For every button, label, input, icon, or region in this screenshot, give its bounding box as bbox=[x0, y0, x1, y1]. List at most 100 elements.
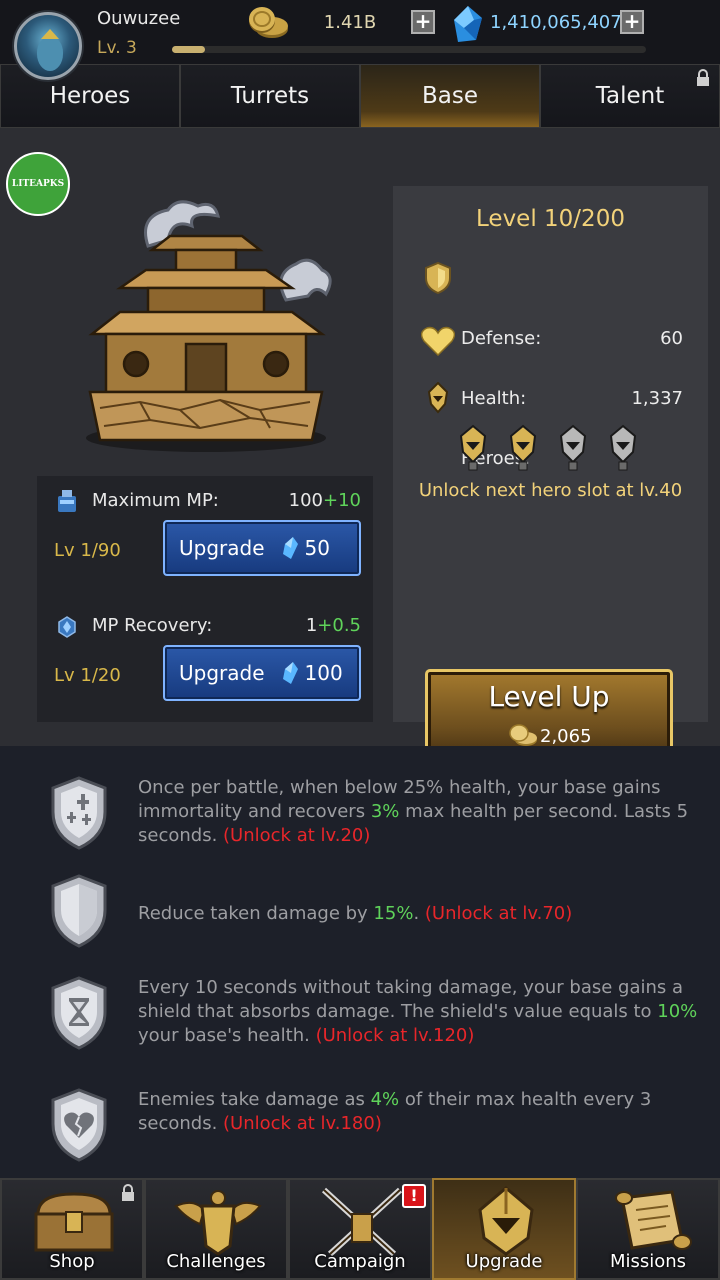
crossed-swords-icon bbox=[321, 1187, 403, 1257]
hero-slot-unlocked bbox=[509, 424, 537, 471]
add-gold-button[interactable]: + bbox=[411, 10, 435, 34]
upgrade-label: Upgrade bbox=[179, 661, 265, 685]
tab-talent-label: Talent bbox=[595, 83, 665, 109]
lock-icon bbox=[697, 69, 709, 86]
bottom-navigation: Shop Challenges ! Campaign Upgrade Missi… bbox=[0, 1178, 720, 1280]
mp-recovery-value: 1+0.5 bbox=[306, 615, 361, 636]
tab-turrets[interactable]: Turrets bbox=[180, 64, 360, 128]
upgrade-cost: 50 bbox=[304, 536, 330, 560]
player-level: Lv. 3 bbox=[97, 38, 137, 58]
base-building-image bbox=[86, 200, 332, 452]
crystal-icon bbox=[282, 662, 298, 684]
ability-text: your base's health. bbox=[138, 1025, 316, 1046]
player-name: Ouwuzee bbox=[97, 8, 181, 29]
ability-text: Enemies take damage as bbox=[138, 1089, 371, 1110]
ability-highlight: 15% bbox=[373, 903, 414, 924]
shield-icon bbox=[51, 874, 107, 948]
category-tabs: Heroes Turrets Base Talent bbox=[0, 64, 720, 128]
ability-unlock-requirement: (Unlock at lv.180) bbox=[223, 1113, 382, 1134]
nav-label: Missions bbox=[609, 1251, 687, 1272]
hero-slot-locked bbox=[559, 424, 587, 471]
ability-unlock-requirement: (Unlock at lv.20) bbox=[223, 825, 371, 846]
tab-heroes[interactable]: Heroes bbox=[0, 64, 180, 128]
mp-upgrades-panel: Maximum MP: 100+10 Lv 1/90 Upgrade 50 MP… bbox=[37, 476, 373, 722]
heroes-helmet-icon bbox=[427, 382, 449, 414]
avatar-face bbox=[37, 37, 63, 71]
level-up-label: Level Up bbox=[488, 680, 610, 713]
ability-highlight: 10% bbox=[657, 1001, 698, 1022]
ability-unlock-requirement: (Unlock at lv.70) bbox=[424, 903, 573, 924]
player-avatar[interactable] bbox=[14, 12, 82, 80]
tab-talent[interactable]: Talent bbox=[540, 64, 720, 128]
hero-slot-locked bbox=[609, 424, 637, 471]
mp-potion-icon bbox=[58, 490, 76, 512]
ability-text: Every 10 seconds without taking damage, … bbox=[138, 977, 684, 1022]
helmet-icon bbox=[478, 1186, 534, 1256]
upgrade-cost: 100 bbox=[304, 661, 343, 685]
nav-label: Upgrade bbox=[465, 1251, 543, 1272]
nav-shop[interactable]: Shop bbox=[0, 1178, 144, 1280]
defense-label: Defense: bbox=[461, 328, 542, 349]
ability-highlight: 4% bbox=[370, 1089, 400, 1110]
max-mp-label: Maximum MP: bbox=[92, 490, 219, 511]
base-panel: LITEAPKS Maximum MP: 100+10 Lv 1/90 Upgr… bbox=[0, 128, 720, 767]
cross-shield-icon bbox=[51, 776, 107, 850]
level-up-cost: 2,065 bbox=[540, 726, 592, 747]
ability-description: Enemies take damage as 4% of their max h… bbox=[138, 1088, 698, 1136]
mp-recovery-level: Lv 1/20 bbox=[54, 665, 121, 686]
lock-icon bbox=[122, 1184, 134, 1201]
gold-coins-icon bbox=[249, 7, 288, 38]
defense-value: 60 bbox=[660, 328, 683, 349]
nav-campaign[interactable]: ! Campaign bbox=[288, 1178, 432, 1280]
base-level-title: Level 10/200 bbox=[476, 206, 625, 232]
ability-text: . bbox=[413, 903, 425, 924]
hourglass-shield-icon bbox=[51, 976, 107, 1050]
base-abilities-list: Once per battle, when below 25% health, … bbox=[0, 746, 720, 1178]
gold-amount: 1.41B bbox=[323, 12, 377, 33]
mp-recovery-icon bbox=[58, 616, 76, 638]
ability-description: Once per battle, when below 25% health, … bbox=[138, 776, 698, 848]
nav-label: Shop bbox=[49, 1251, 95, 1272]
scroll-icon bbox=[615, 1190, 692, 1250]
max-mp-value: 100+10 bbox=[289, 490, 361, 511]
base-stats-panel: Level 10/200 Defense: 60 Health: 1,337 H… bbox=[393, 186, 708, 767]
mp-recovery-base: 1 bbox=[305, 615, 318, 636]
ability-description: Reduce taken damage by 15%. (Unlock at l… bbox=[138, 902, 698, 926]
nav-label: Campaign bbox=[314, 1251, 406, 1272]
nav-label: Challenges bbox=[166, 1251, 266, 1272]
tab-base[interactable]: Base bbox=[360, 64, 540, 128]
ability-text: Reduce taken damage by bbox=[138, 903, 374, 924]
nav-missions[interactable]: Missions bbox=[576, 1178, 720, 1280]
upgrade-label: Upgrade bbox=[179, 536, 265, 560]
max-mp-bonus: +10 bbox=[323, 490, 361, 511]
mp-recovery-label: MP Recovery: bbox=[92, 615, 213, 636]
ability-unlock-requirement: (Unlock at lv.120) bbox=[315, 1025, 475, 1046]
upgrade-max-mp-button[interactable]: Upgrade 50 bbox=[163, 520, 361, 576]
treasure-chest-icon bbox=[34, 1192, 114, 1252]
gold-coins-icon bbox=[509, 724, 537, 746]
max-mp-level: Lv 1/90 bbox=[54, 540, 121, 561]
ability-highlight: 3% bbox=[370, 801, 400, 822]
gem-amount: 1,410,065,407 bbox=[490, 12, 622, 33]
crystal-icon bbox=[282, 537, 298, 559]
defense-shield-icon bbox=[425, 262, 451, 294]
health-label: Health: bbox=[461, 388, 527, 409]
nav-challenges[interactable]: Challenges bbox=[144, 1178, 288, 1280]
mp-recovery-bonus: +0.5 bbox=[317, 615, 361, 636]
health-heart-icon bbox=[421, 326, 455, 356]
max-mp-base: 100 bbox=[288, 490, 323, 511]
add-gems-button[interactable]: + bbox=[620, 10, 644, 34]
health-value: 1,337 bbox=[631, 388, 683, 409]
top-bar: Ouwuzee Lv. 3 1.41B + 1,410,065,407 + bbox=[0, 0, 720, 80]
nav-upgrade[interactable]: Upgrade bbox=[432, 1178, 576, 1280]
avatar-crown bbox=[41, 29, 59, 39]
winged-armor-icon bbox=[174, 1190, 262, 1256]
xp-fill bbox=[172, 46, 206, 53]
blue-crystal-icon bbox=[454, 6, 482, 42]
upgrade-mp-recovery-button[interactable]: Upgrade 100 bbox=[163, 645, 361, 701]
notification-badge: ! bbox=[402, 1184, 426, 1208]
broken-heart-shield-icon bbox=[51, 1088, 107, 1162]
ability-description: Every 10 seconds without taking damage, … bbox=[138, 976, 698, 1048]
xp-bar bbox=[172, 46, 646, 53]
hero-slot-unlock-note: Unlock next hero slot at lv.40 bbox=[418, 480, 683, 501]
